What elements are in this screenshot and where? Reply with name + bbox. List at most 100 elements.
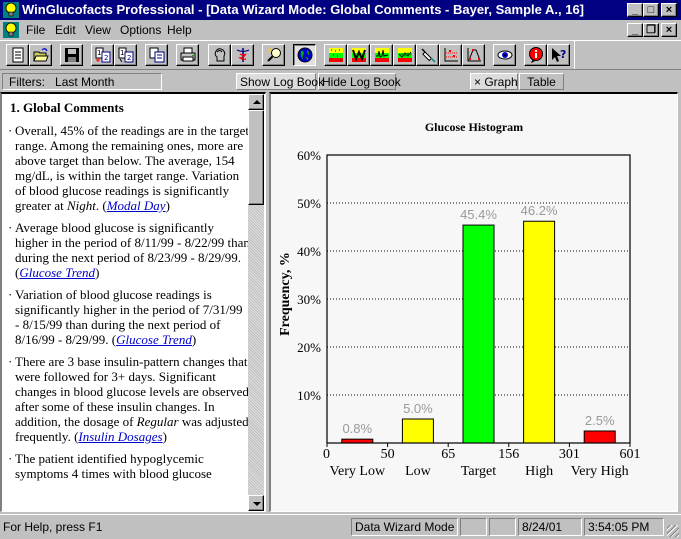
add-page-button[interactable]: 12 <box>91 44 114 66</box>
minimize-icon: _ <box>631 4 639 16</box>
modal-day-chart-button[interactable] <box>347 44 370 66</box>
glucose-trend-link[interactable]: Glucose Trend <box>19 265 95 280</box>
doc-close-button[interactable]: × <box>661 23 677 37</box>
table-tab[interactable]: Table <box>519 73 564 90</box>
toolbar: 12 12 ? <box>0 40 681 70</box>
print-icon <box>180 47 196 62</box>
doc-restore-button[interactable]: ❐ <box>643 23 659 37</box>
minimize-button[interactable]: _ <box>627 3 643 17</box>
close-icon: × <box>665 4 673 16</box>
physician-button[interactable] <box>231 44 254 66</box>
value-label: 2.5% <box>585 413 615 428</box>
bar-high <box>523 220 556 444</box>
toolbar-divider <box>574 41 575 69</box>
about-button[interactable] <box>524 44 547 66</box>
menu-view[interactable]: View <box>85 23 111 37</box>
comment-item: · Average blood glucose is significantly… <box>8 220 250 280</box>
restore-icon: ❐ <box>646 24 656 36</box>
context-help-button[interactable]: ? <box>547 44 570 66</box>
scroll-down-button[interactable] <box>248 495 264 511</box>
scroll-up-button[interactable] <box>248 94 264 110</box>
save-disk-icon <box>65 48 79 62</box>
scroll-thumb[interactable] <box>248 110 264 205</box>
trend-overlay-chart-button[interactable] <box>393 44 416 66</box>
x-boundary-label: 50 <box>381 447 395 462</box>
comment-item: · There are 3 base insulin-pattern chang… <box>8 354 249 444</box>
print-button[interactable] <box>176 44 199 66</box>
distribution-plot-button[interactable] <box>462 44 485 66</box>
graph-tab[interactable]: × Graph <box>470 73 518 90</box>
svg-text:1: 1 <box>97 49 101 57</box>
y-tick-label: 10% <box>297 388 321 403</box>
glucose-trend-link[interactable]: Glucose Trend <box>116 332 192 347</box>
hide-log-book-button[interactable]: Hide Log Book <box>318 73 401 90</box>
view-button[interactable] <box>493 44 516 66</box>
value-label: 46.2% <box>521 203 558 218</box>
filter-bar: Filters: Last Month Show Log Book Hide L… <box>0 72 681 92</box>
y-tick-label: 20% <box>297 340 321 355</box>
glucose-range-chart-button[interactable] <box>324 44 347 66</box>
doc-minimize-button[interactable]: _ <box>627 23 643 37</box>
chart-pane: Glucose Histogram Frequency, % 10% 20% 30%… <box>269 92 678 512</box>
x-boundary-label: 301 <box>559 447 580 462</box>
category-label: Very Low <box>329 464 385 479</box>
vertical-scrollbar[interactable] <box>248 94 264 511</box>
patient-button[interactable] <box>208 44 231 66</box>
minimize-icon: _ <box>631 24 639 36</box>
bars <box>341 220 616 444</box>
menu-edit[interactable]: Edit <box>55 23 76 37</box>
bullet: · <box>8 354 13 369</box>
y-tick-label: 30% <box>297 292 321 307</box>
menu-file[interactable]: File <box>26 23 45 37</box>
add-page-icon: 12 <box>95 47 111 63</box>
scatter-plot-button[interactable] <box>439 44 462 66</box>
comments-pane: 1. Global Comments · Overall, 45% of the… <box>0 92 266 512</box>
eye-icon <box>497 50 513 60</box>
scatter-plot-icon <box>444 48 458 62</box>
save-button[interactable] <box>60 44 83 66</box>
category-label: High <box>525 464 553 479</box>
globe-icon <box>297 47 313 63</box>
show-log-book-button[interactable]: Show Log Book <box>236 73 324 90</box>
category-label: Low <box>405 464 432 479</box>
chart-title: Glucose Histogram <box>425 120 523 134</box>
value-label: 5.0% <box>403 401 433 416</box>
bar-target <box>462 224 495 444</box>
filters-value: Last Month <box>55 75 115 89</box>
insulin-button[interactable] <box>416 44 439 66</box>
menu-bar: File Edit View Options Help _ ❐ × <box>0 20 681 40</box>
modal-day-link[interactable]: Modal Day <box>107 198 166 213</box>
menu-help[interactable]: Help <box>167 23 192 37</box>
glucose-histogram-chart: Glucose Histogram Frequency, % 10% 20% 30%… <box>278 120 641 479</box>
x-boundary-label: 0 <box>323 447 330 462</box>
comments-content: 1. Global Comments · Overall, 45% of the… <box>8 100 250 488</box>
copy-button[interactable] <box>145 44 168 66</box>
svg-text:2: 2 <box>104 54 108 62</box>
distribution-plot-icon <box>467 48 481 62</box>
filters-label: Filters: <box>9 75 45 89</box>
bar-very-high <box>583 430 616 444</box>
lightbulb-document-icon[interactable] <box>3 22 19 38</box>
category-label: Target <box>461 464 496 479</box>
edit-page-button[interactable]: 12 <box>114 44 137 66</box>
svg-text:?: ? <box>560 48 566 61</box>
glucose-trend-chart-button[interactable] <box>370 44 393 66</box>
status-time: 3:54:05 PM <box>584 518 664 536</box>
find-button[interactable] <box>262 44 285 66</box>
y-tick-label: 60% <box>297 148 321 163</box>
open-button[interactable] <box>29 44 52 66</box>
menu-options[interactable]: Options <box>120 23 161 37</box>
new-button[interactable] <box>6 44 29 66</box>
magnifier-icon <box>267 48 281 62</box>
data-wizard-button[interactable] <box>293 44 316 66</box>
insulin-dosages-link[interactable]: Insulin Dosages <box>78 429 162 444</box>
y-tick-label: 40% <box>297 244 321 259</box>
close-button[interactable]: × <box>661 3 677 17</box>
bar-low <box>401 418 434 444</box>
resize-grip[interactable] <box>667 525 679 537</box>
maximize-button[interactable]: □ <box>643 3 659 17</box>
lightbulb-app-icon[interactable] <box>3 2 19 18</box>
window-title: WinGlucofacts Professional - [Data Wizar… <box>22 2 585 17</box>
status-panel-blank <box>489 518 516 536</box>
svg-text:2: 2 <box>127 54 131 62</box>
